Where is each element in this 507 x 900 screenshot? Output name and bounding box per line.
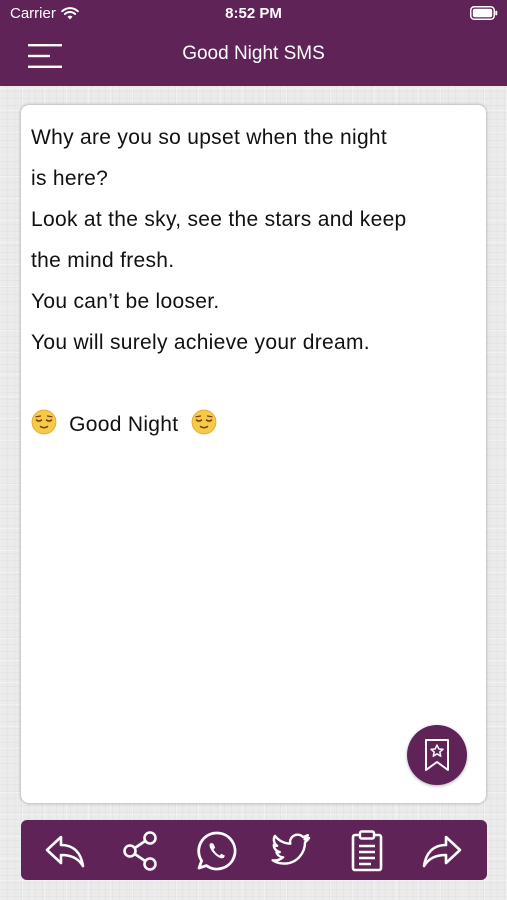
hamburger-menu-icon [28,44,62,68]
share-button[interactable] [118,828,164,874]
action-toolbar [21,820,487,880]
closing-text: Good Night [69,413,179,436]
bookmark-star-icon [425,739,449,771]
copy-button[interactable] [344,828,390,874]
favorite-button[interactable] [407,725,467,785]
page-title: Good Night SMS [182,43,325,64]
status-bar: Carrier 8:52 PM [0,0,507,26]
reply-icon [45,835,85,868]
nav-bar: Good Night SMS [0,26,507,86]
forward-icon [422,835,462,868]
message-line: is here? [31,167,109,190]
next-button[interactable] [419,828,465,874]
message-line: You will surely achieve your dream. [31,331,370,354]
message-card: Why are you so upset when the night is h… [21,105,486,803]
message-line: Why are you so upset when the night [31,126,388,149]
carrier-label: Carrier [10,5,56,22]
clipboard-icon [351,830,383,872]
previous-button[interactable] [42,828,88,874]
relieved-face-emoji-icon [191,410,216,435]
relieved-face-emoji-icon [31,410,57,435]
message-line: Look at the sky, see the stars and keep [31,208,407,231]
wifi-icon [61,7,79,20]
twitter-icon [271,833,311,865]
closing-line: Good Night [31,404,476,445]
whatsapp-button[interactable] [194,828,240,874]
whatsapp-icon [197,831,237,871]
message-line: the mind fresh. [31,249,175,272]
message-text: Why are you so upset when the night is h… [31,117,476,445]
carrier-indicator: Carrier [10,5,79,22]
message-line: You can’t be looser. [31,290,220,313]
battery-icon [470,6,498,20]
menu-button[interactable] [22,38,68,74]
twitter-button[interactable] [268,828,314,874]
share-icon [123,831,157,871]
